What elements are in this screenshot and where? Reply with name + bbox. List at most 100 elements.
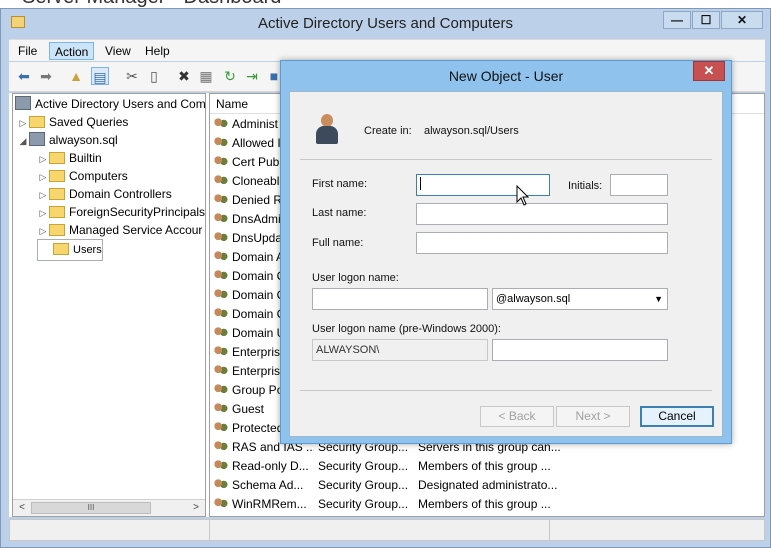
table-row[interactable]: Read-only D... Security Group... Members o… [214,457,762,476]
expand-icon[interactable]: ▷ [37,168,49,186]
scroll-thumb[interactable]: III [31,502,151,514]
tree-item-label: Users [73,244,102,256]
ou-folder-icon [49,188,65,200]
logon-name-field[interactable] [312,288,488,310]
group-icon [214,232,228,244]
initials-field[interactable] [610,174,668,196]
cut-icon[interactable]: ✂ [123,67,141,85]
table-row[interactable]: Schema Ad... Security Group... Designated … [214,476,762,495]
tree-root[interactable]: Active Directory Users and Com [15,95,205,113]
menu-file[interactable]: File [13,42,42,60]
row-name: Group Po [232,383,284,397]
expand-icon[interactable]: ▷ [37,222,49,240]
collapse-icon[interactable]: ◢ [17,132,29,150]
tree-item-domain[interactable]: ◢ alwayson.sql [17,131,118,149]
row-name: Allowed I [232,136,281,150]
folder-icon [49,170,65,182]
row-description: Members of this group ... [418,459,551,473]
tree-item-label: ForeignSecurityPrincipals [69,205,206,219]
last-name-field[interactable] [416,203,668,225]
menu-action[interactable]: Action [49,42,95,60]
folder-icon [53,243,69,255]
group-icon [214,327,228,339]
separator [300,159,712,160]
row-name: DnsUpda [232,231,283,245]
scroll-right-icon[interactable]: > [189,501,203,515]
row-description: Designated administrato... [418,478,558,492]
folder-icon [49,206,65,218]
tree-item-label: Domain Controllers [69,187,172,201]
up-folder-icon[interactable]: ▲ [67,67,85,85]
group-icon [214,441,228,453]
aduc-root-icon [15,96,31,110]
group-icon [214,213,228,225]
tree-item-computers[interactable]: ▷ Computers [37,167,128,185]
tree-item-managed-service-accounts[interactable]: ▷ Managed Service Accour [37,221,203,240]
dialog-close-button[interactable]: ✕ [693,61,725,81]
dialog-title: New Object - User [448,68,564,84]
group-icon [214,270,228,282]
folder-icon [29,116,45,128]
tree-horizontal-scrollbar[interactable]: < III > [13,499,205,516]
group-icon [214,156,228,168]
group-icon [214,384,228,396]
row-name: Domain U [232,326,286,340]
next-button[interactable]: Next > [556,406,630,427]
pre2000-logon-field[interactable] [492,339,668,361]
tree-item-label: Computers [69,169,128,183]
row-name: Domain C [232,307,286,321]
minimize-button[interactable]: — [663,11,691,29]
create-in-value: alwayson.sql/Users [424,125,519,137]
tree-item-label: Managed Service Accour [69,223,203,237]
menu-view[interactable]: View [100,42,136,60]
row-type: Security Group... [318,478,409,492]
row-name: Enterprise [232,364,287,378]
expand-icon[interactable]: ▷ [17,114,29,132]
copy-icon[interactable]: ▯ [145,67,163,85]
group-icon [214,460,228,472]
full-name-field[interactable] [416,232,668,254]
group-icon [214,137,228,149]
column-header-name[interactable]: Name [216,97,248,111]
expand-icon[interactable]: ▷ [37,204,49,222]
initials-label: Initials: [568,180,603,192]
pre2000-label: User logon name (pre-Windows 2000): [312,323,501,335]
separator [300,390,712,391]
forward-icon[interactable]: ➡ [37,67,55,85]
table-row[interactable]: WinRMRem... Security Group... Members of t… [214,495,762,514]
domain-suffix-select[interactable]: @alwayson.sql ▼ [492,288,668,310]
dialog-body: Create in: alwayson.sql/Users First name… [289,91,723,437]
cancel-button[interactable]: Cancel [640,406,714,427]
tree-item-users[interactable]: Users [37,239,103,261]
row-name-cell: WinRMRem... [214,495,314,514]
close-button[interactable]: ✕ [721,11,763,29]
text-caret [420,177,421,190]
tree-item-foreign-security-principals[interactable]: ▷ ForeignSecurityPrincipals [37,203,205,221]
back-button[interactable]: < Back [480,406,554,427]
expand-icon[interactable]: ▷ [37,150,49,168]
tree-item-saved-queries[interactable]: ▷ Saved Queries [17,113,129,132]
tree-item-domain-controllers[interactable]: ▷ Domain Controllers [37,185,172,203]
menu-help[interactable]: Help [140,42,175,60]
scroll-left-icon[interactable]: < [15,501,29,515]
delete-icon[interactable]: ✖ [175,67,193,85]
show-console-tree-icon[interactable]: ▤ [91,67,109,85]
title-bar[interactable]: Active Directory Users and Computers — ☐… [1,9,770,37]
row-description: Members of this group ... [418,497,551,511]
window-title: Active Directory Users and Computers [257,15,514,32]
user-icon [214,118,228,130]
row-name: Domain C [232,288,286,302]
domain-suffix-value: @alwayson.sql [496,293,571,305]
maximize-button[interactable]: ☐ [692,11,720,29]
properties-icon[interactable]: ▦ [197,67,215,85]
back-icon[interactable]: ⬅ [15,67,33,85]
row-name: Schema Ad... [232,478,304,492]
export-list-icon[interactable]: ⇥ [243,67,261,85]
tree-item-builtin[interactable]: ▷ Builtin [37,149,102,167]
group-icon [214,422,228,434]
expand-icon[interactable]: ▷ [37,186,49,204]
new-object-user-dialog: New Object - User ✕ Create in: alwayson.… [280,60,732,444]
row-name: WinRMRem... [232,497,307,511]
row-name: Domain A [232,250,285,264]
refresh-icon[interactable]: ↻ [221,67,239,85]
